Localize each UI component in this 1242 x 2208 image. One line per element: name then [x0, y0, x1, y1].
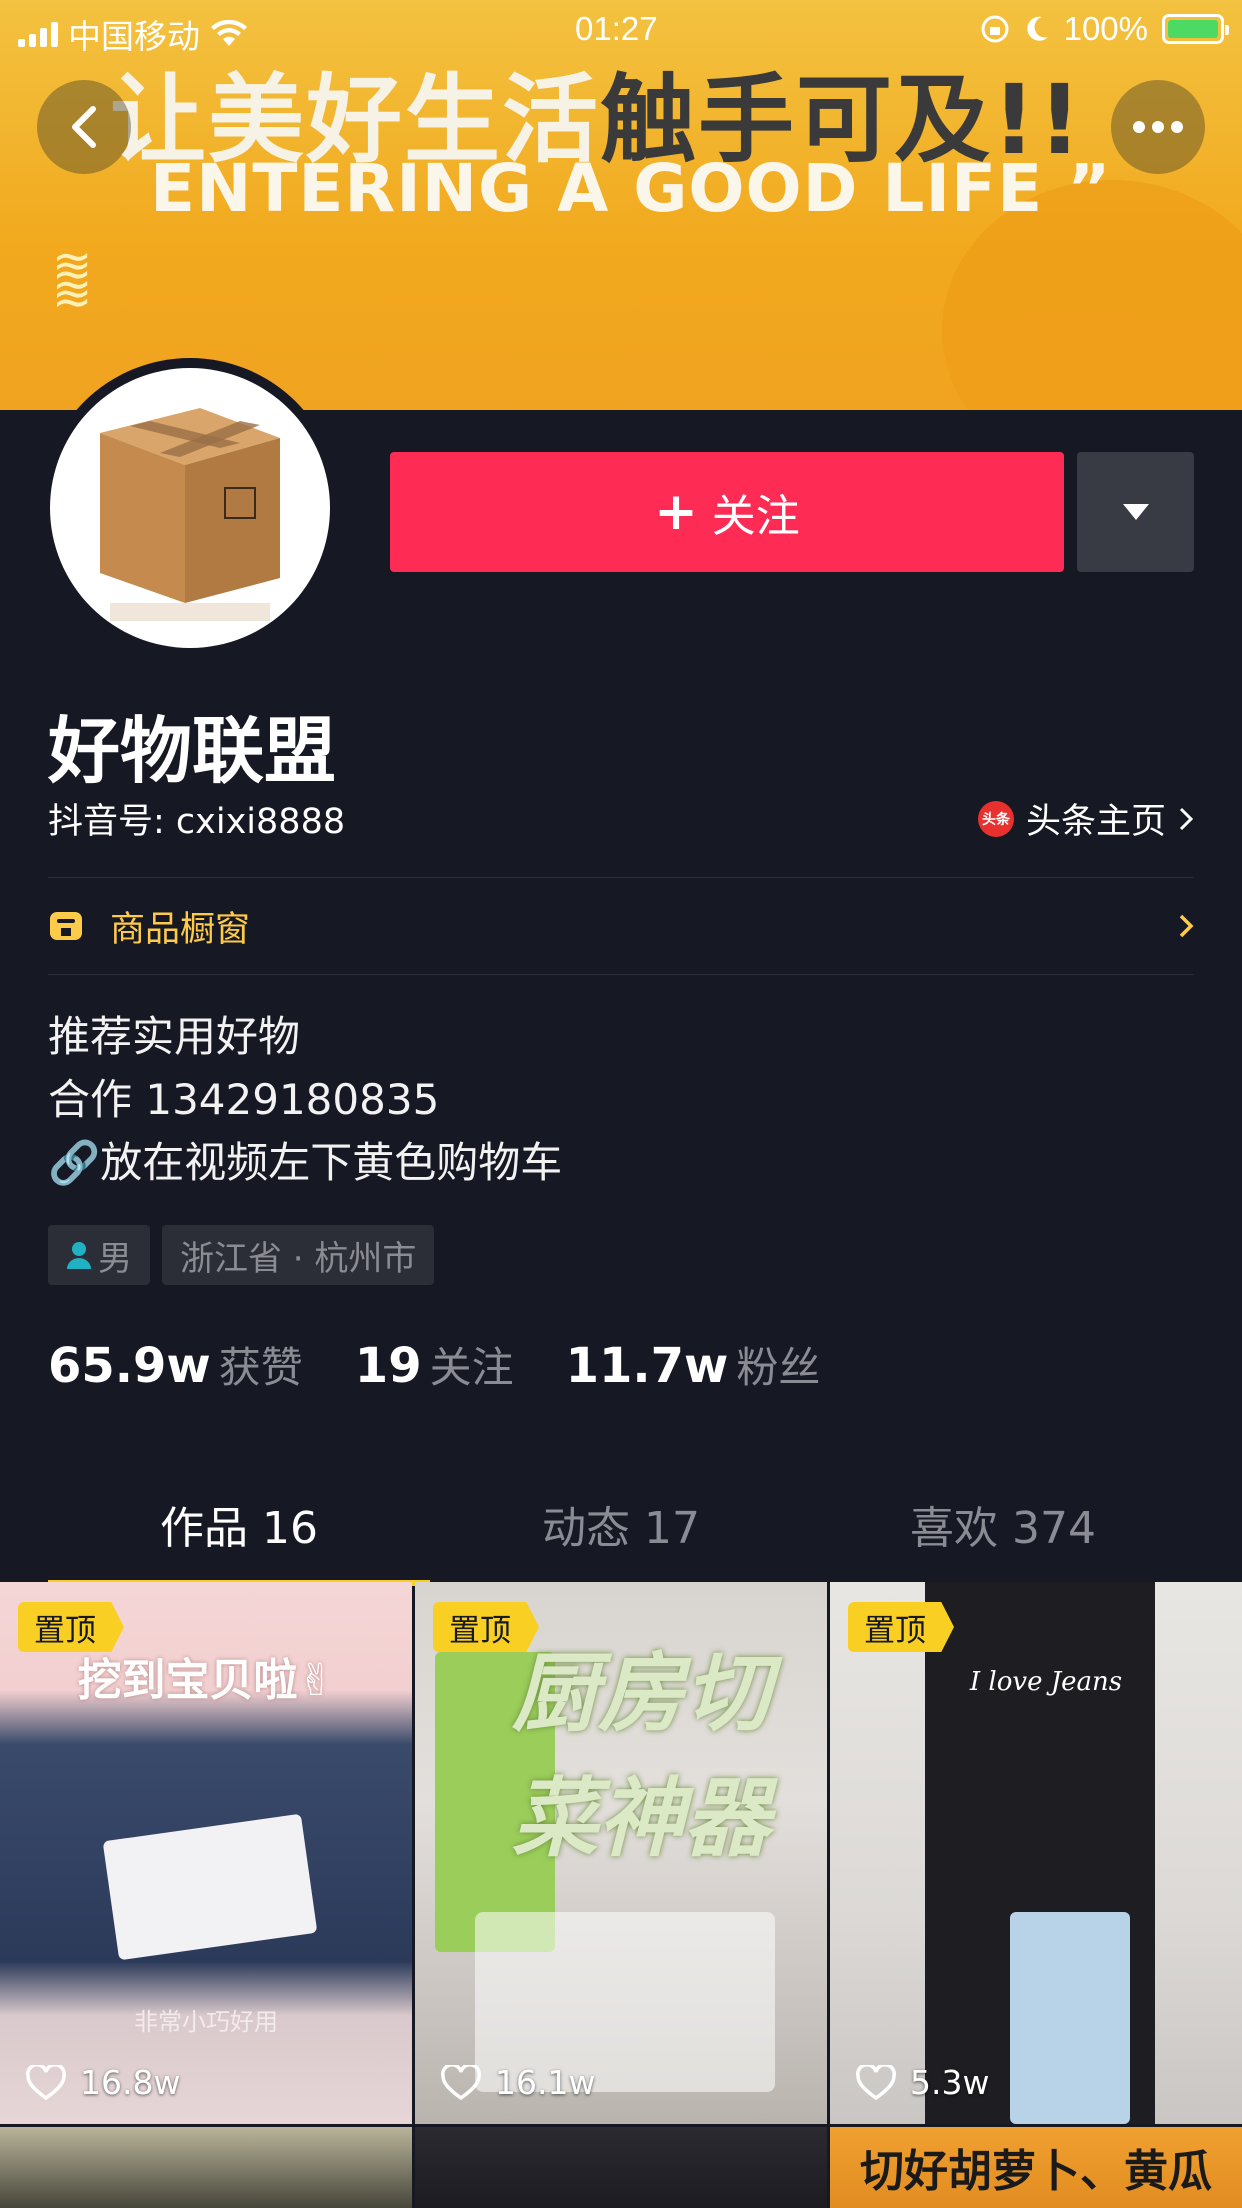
following-stat[interactable]: 19 关注: [355, 1334, 514, 1395]
chevron-left-icon: [72, 106, 96, 148]
video-thumbnail[interactable]: 切好胡萝卜、黄瓜: [830, 2127, 1242, 2208]
back-button[interactable]: [37, 80, 131, 174]
gender-tag: 男: [48, 1225, 150, 1285]
signal-icon: [18, 21, 58, 47]
stat-label: 关注: [429, 1343, 514, 1392]
profile-name: 好物联盟: [48, 709, 337, 793]
video-thumbnail[interactable]: I love Jeans 置顶 5.3w: [830, 1582, 1242, 2124]
video-caption: 切好胡萝卜、黄瓜: [860, 2146, 1212, 2197]
video-thumbnail[interactable]: [0, 2127, 412, 2208]
like-count: 16.8w: [26, 2063, 180, 2102]
stat-number: 19: [354, 1338, 422, 1394]
stat-label: 粉丝: [736, 1343, 821, 1392]
heart-outline-icon: [441, 2064, 481, 2100]
profile-stats: 65.9w 获赞 19 关注 11.7w 粉丝: [48, 1334, 872, 1395]
video-thumbnail[interactable]: 厨房切菜神器 置顶 16.1w: [415, 1582, 827, 2124]
toutiao-link-label: 头条主页: [1025, 802, 1166, 842]
battery-percent: 100%: [1063, 10, 1148, 47]
clock: 01:27: [575, 10, 658, 47]
recommend-dropdown-button[interactable]: [1077, 452, 1194, 572]
stat-number: 65.9w: [48, 1338, 211, 1394]
shop-icon: [50, 912, 82, 940]
stat-number: 11.7w: [565, 1338, 729, 1394]
profile-tabs: 作品 16 动态 17 喜欢 374: [48, 1480, 1194, 1586]
tab-likes[interactable]: 喜欢 374: [812, 1480, 1194, 1580]
followers-stat[interactable]: 11.7w 粉丝: [566, 1334, 821, 1395]
douyin-id: 抖音号: cxixi8888: [48, 802, 346, 842]
pinned-badge: 置顶: [848, 1602, 954, 1652]
video-thumbnail[interactable]: [415, 2127, 827, 2208]
heart-outline-icon: [856, 2064, 896, 2100]
toutiao-logo-icon: 头条: [977, 800, 1014, 837]
chevron-right-icon: [1179, 914, 1194, 938]
video-subcaption: 非常小巧好用: [134, 2008, 278, 2036]
profile-banner: 让美好生活触手可及!! ENTERING A GOOD LIFE ” ≋ ≋: [0, 0, 1242, 410]
location-tag: 浙江省 · 杭州市: [162, 1225, 435, 1285]
profile-tags: 男 浙江省 · 杭州市: [48, 1225, 435, 1285]
profile-bio: 推荐实用好物 合作 13429180835 🔗放在视频左下黄色购物车: [48, 1005, 562, 1194]
video-caption: 挖到宝贝啦✌: [77, 1655, 335, 1706]
shop-window-row[interactable]: 商品橱窗: [48, 878, 1194, 974]
caret-down-icon: [1122, 504, 1149, 520]
divider: [48, 974, 1194, 975]
plus-icon: +: [654, 482, 698, 542]
orientation-lock-icon: [981, 15, 1009, 43]
avatar[interactable]: [40, 358, 340, 658]
apron-text: I love Jeans: [969, 1667, 1123, 1697]
status-bar: 中国移动 01:27 100%: [0, 0, 1242, 60]
pinned-badge: 置顶: [18, 1602, 124, 1652]
video-thumbnail[interactable]: 挖到宝贝啦✌ 非常小巧好用 置顶 16.8w: [0, 1582, 412, 2124]
follow-button[interactable]: + 关注: [390, 452, 1064, 572]
likes-stat: 65.9w 获赞: [48, 1334, 303, 1395]
bio-line: 🔗放在视频左下黄色购物车: [48, 1138, 563, 1187]
chevron-right-icon: [1179, 807, 1194, 830]
tab-dynamics[interactable]: 动态 17: [430, 1480, 812, 1580]
video-caption: 厨房切菜神器: [512, 1644, 770, 1869]
toutiao-homepage-link[interactable]: 头条 头条主页: [977, 793, 1194, 844]
product-box: [102, 1813, 318, 1961]
like-count: 5.3w: [856, 2063, 989, 2102]
heart-outline-icon: [26, 2064, 66, 2100]
like-count-text: 5.3w: [910, 2063, 990, 2102]
shop-window-label: 商品橱窗: [110, 909, 251, 950]
bio-line: 推荐实用好物: [48, 1012, 301, 1061]
pinned-badge: 置顶: [433, 1602, 539, 1652]
more-dots-icon: [1133, 121, 1183, 133]
person-icon: [67, 1242, 91, 1269]
moon-icon: [1026, 16, 1048, 41]
banner-subline: ENTERING A GOOD LIFE ”: [150, 150, 1112, 227]
like-count-text: 16.8w: [80, 2063, 181, 2102]
carrier-label: 中国移动: [68, 18, 200, 55]
like-count-text: 16.1w: [495, 2063, 596, 2102]
video-grid: 挖到宝贝啦✌ 非常小巧好用 置顶 16.8w 厨房切菜神器 置顶 16.1w I…: [0, 1582, 1242, 2208]
squiggle-decoration-icon: ≋ ≋: [52, 238, 93, 322]
follow-label: 关注: [711, 491, 800, 542]
more-options-button[interactable]: [1111, 80, 1205, 174]
stat-label: 获赞: [218, 1343, 303, 1392]
wifi-icon: [211, 20, 247, 46]
battery-icon: [1162, 14, 1229, 44]
like-count: 16.1w: [441, 2063, 595, 2102]
location-label: 浙江省 · 杭州市: [180, 1238, 417, 1279]
bio-line: 合作 13429180835: [48, 1075, 440, 1124]
cardboard-box-icon: [100, 408, 280, 621]
tab-works[interactable]: 作品 16: [48, 1480, 430, 1586]
cutter-tool: [1010, 1912, 1130, 2124]
gender-label: 男: [98, 1238, 132, 1279]
